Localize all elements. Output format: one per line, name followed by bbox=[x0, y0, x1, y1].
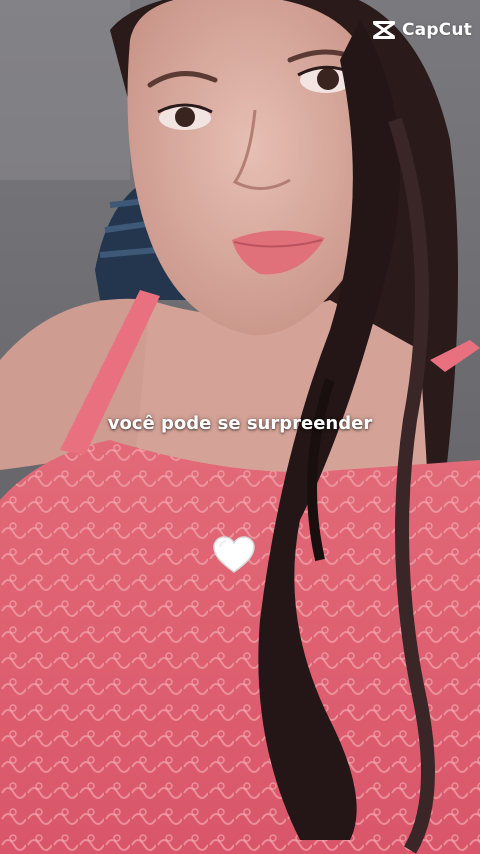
capcut-brand-text: CapCut bbox=[401, 20, 472, 40]
white-heart-icon bbox=[213, 536, 255, 573]
capcut-logo-icon bbox=[372, 21, 395, 39]
video-frame: CapCut você pode se surpreender bbox=[0, 0, 480, 854]
capcut-watermark: CapCut bbox=[372, 20, 472, 40]
video-caption: você pode se surpreender bbox=[107, 413, 373, 434]
